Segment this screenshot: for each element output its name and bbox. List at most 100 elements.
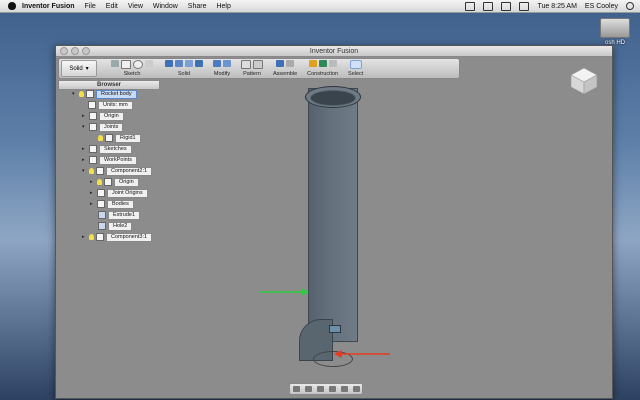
cursor-arrow-icon[interactable] — [349, 60, 362, 69]
visibility-bulb-icon[interactable] — [79, 91, 84, 97]
orbit-icon[interactable] — [292, 386, 300, 392]
visibility-bulb-icon[interactable] — [89, 234, 94, 240]
tree-label: Sketches — [99, 144, 132, 154]
apple-icon[interactable] — [8, 2, 16, 10]
hard-drive-icon — [600, 18, 630, 38]
tree-node-sketches[interactable]: ▸ Sketches — [82, 144, 132, 154]
tree-label: Hole2 — [108, 221, 133, 231]
desktop-drive[interactable]: osh HD — [598, 18, 632, 46]
tree-node-origin[interactable]: ▸ Origin — [82, 111, 124, 121]
visibility-bulb-icon[interactable] — [97, 179, 102, 185]
circle-icon[interactable] — [133, 60, 143, 69]
tree-node-workpoints[interactable]: ▸ WorkPoints — [82, 155, 138, 165]
menu-edit[interactable]: Edit — [106, 3, 118, 10]
expand-arrow-icon[interactable]: ▸ — [90, 201, 95, 207]
menu-share[interactable]: Share — [188, 3, 207, 10]
spotlight-search-icon[interactable] — [626, 2, 634, 10]
menu-window[interactable]: Window — [153, 3, 178, 10]
extrude-icon[interactable] — [185, 60, 193, 67]
menu-view[interactable]: View — [128, 3, 143, 10]
pattern-icon[interactable] — [241, 60, 251, 69]
expand-arrow-icon[interactable]: ▸ — [82, 113, 87, 119]
collapse-arrow-icon[interactable]: ▾ — [82, 168, 87, 174]
expand-arrow-icon[interactable]: ▸ — [82, 234, 87, 240]
view-cube-icon[interactable] — [569, 66, 599, 96]
clock[interactable]: Tue 8:25 AM — [537, 3, 576, 10]
tree-node-component2[interactable]: ▾ Component2:1 — [82, 166, 153, 176]
arc-icon[interactable] — [145, 60, 153, 67]
window-titlebar[interactable]: Inventor Fusion — [56, 46, 612, 57]
app-window: Inventor Fusion Solid ▾ Sketch Solid Mod… — [55, 45, 613, 399]
rocket-body-tube[interactable] — [308, 88, 358, 342]
tree-node-units[interactable]: Units: mm — [88, 100, 133, 110]
visibility-bulb-icon[interactable] — [89, 168, 94, 174]
origin-icon — [104, 178, 112, 186]
tree-node-extrude1[interactable]: Extrude1 — [98, 210, 141, 220]
folder-icon — [97, 189, 105, 197]
tube-opening — [310, 90, 356, 106]
ribbon-group-sketch[interactable]: Sketch — [111, 60, 153, 77]
mode-dropdown[interactable]: Solid ▾ — [61, 60, 97, 77]
tree-node-hole2[interactable]: Hole2 — [98, 221, 133, 231]
component-icon[interactable] — [286, 60, 295, 67]
component-icon — [86, 90, 94, 98]
joint-glyph-icon[interactable] — [329, 325, 341, 333]
expand-arrow-icon[interactable]: ▸ — [90, 190, 95, 196]
wifi-icon[interactable] — [483, 1, 494, 11]
tree-node-rigid1[interactable]: Rigid1 — [98, 133, 141, 143]
ribbon-group-solid[interactable]: Solid — [165, 60, 203, 77]
menu-file[interactable]: File — [85, 3, 96, 10]
look-at-icon[interactable] — [304, 386, 312, 392]
tree-node-bodies[interactable]: ▸ Bodies — [90, 199, 134, 209]
workpoint-icon[interactable] — [328, 60, 337, 67]
hole-feature-icon — [98, 222, 106, 230]
red-arrow-icon — [334, 350, 390, 358]
extrude-feature-icon — [98, 211, 106, 219]
ribbon-group-modify[interactable]: Modify — [213, 60, 231, 77]
menu-app[interactable]: Inventor Fusion — [22, 3, 75, 10]
collapse-arrow-icon[interactable]: ▾ — [82, 124, 87, 130]
ribbon-group-select[interactable]: Select — [348, 60, 363, 77]
ribbon-group-pattern[interactable]: Pattern — [241, 60, 263, 77]
zoom-window-icon[interactable] — [352, 386, 360, 392]
collapse-arrow-icon[interactable]: ▾ — [72, 91, 77, 97]
volume-icon[interactable] — [501, 1, 512, 11]
tree-label: Bodies — [107, 199, 134, 209]
tree-node-rocket-body[interactable]: ▾ Rocket body — [72, 89, 137, 99]
ribbon-group-assemble[interactable]: Assemble — [273, 60, 297, 77]
visibility-bulb-icon[interactable] — [98, 135, 103, 141]
menu-help[interactable]: Help — [216, 3, 230, 10]
tree-label: Origin — [99, 111, 124, 121]
mirror-icon[interactable] — [253, 60, 263, 69]
ribbon-group-construction[interactable]: Construction — [307, 60, 338, 77]
pan-icon[interactable] — [316, 386, 324, 392]
sketch-line-icon[interactable] — [111, 60, 119, 67]
tree-label: Component3:1 — [106, 232, 153, 242]
component-icon — [96, 167, 104, 175]
chevron-down-icon: ▾ — [85, 66, 89, 72]
user-name[interactable]: ES Cooley — [585, 3, 618, 10]
expand-arrow-icon[interactable]: ▸ — [90, 179, 95, 185]
zoom-icon[interactable] — [328, 386, 336, 392]
workplane-icon[interactable] — [308, 60, 317, 67]
battery-icon[interactable] — [519, 1, 530, 11]
expand-arrow-icon[interactable]: ▸ — [82, 146, 87, 152]
cylinder-icon[interactable] — [175, 60, 183, 67]
fillet-icon[interactable] — [223, 60, 231, 67]
tree-node-joint-origins[interactable]: ▸ Joint Origins — [90, 188, 148, 198]
box-icon[interactable] — [165, 60, 173, 67]
mode-label: Solid — [69, 65, 83, 72]
status-icon[interactable] — [465, 1, 476, 11]
tree-label: Joints — [99, 122, 124, 132]
presspull-icon[interactable] — [213, 60, 221, 67]
fit-icon[interactable] — [340, 386, 348, 392]
revolve-icon[interactable] — [195, 60, 203, 67]
joint-icon[interactable] — [276, 60, 285, 67]
tree-node-origin-2[interactable]: ▸ Origin — [90, 177, 139, 187]
rectangle-icon[interactable] — [121, 60, 131, 69]
browser-header[interactable]: Browser — [58, 80, 160, 90]
tree-node-joints[interactable]: ▾ Joints — [82, 122, 124, 132]
workaxis-icon[interactable] — [318, 60, 327, 67]
expand-arrow-icon[interactable]: ▸ — [82, 157, 87, 163]
tree-node-component3[interactable]: ▸ Component3:1 — [82, 232, 153, 242]
